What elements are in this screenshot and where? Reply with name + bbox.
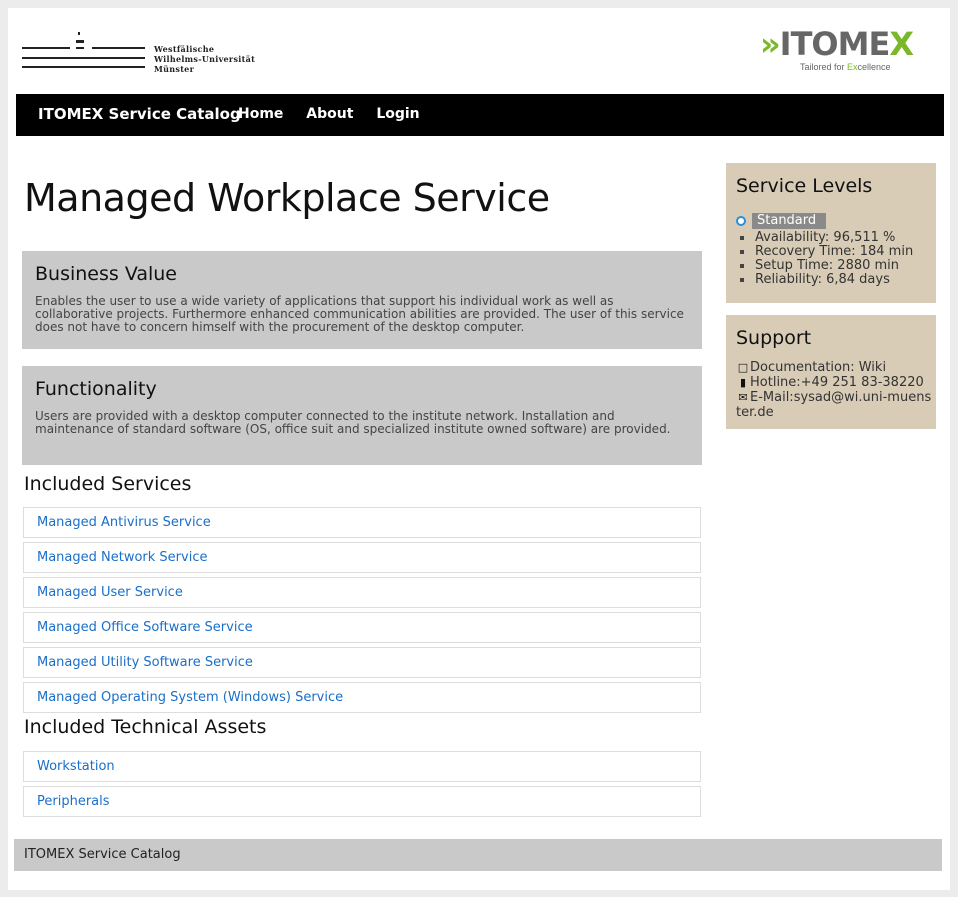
navbar-brand[interactable]: ITOMEX Service Catalog — [38, 105, 241, 123]
service-level-option[interactable]: Standard — [736, 210, 827, 229]
itomex-logo-word: »ITOMEX — [760, 25, 914, 63]
list-item: Managed Network Service — [23, 542, 701, 573]
itomex-tagline: Tailored for Excellence — [800, 62, 891, 72]
service-link-utility-software[interactable]: Managed Utility Software Service — [24, 648, 700, 677]
service-link-network[interactable]: Managed Network Service — [24, 543, 700, 572]
business-value-box: Business Value Enables the user to use a… — [22, 251, 702, 349]
service-levels-box: Service Levels Standard Availability: 96… — [726, 163, 936, 303]
functionality-heading: Functionality — [35, 378, 157, 400]
wwu-logo-text: Westfälische Wilhelms-Universität Münste… — [154, 44, 256, 74]
page-title: Managed Workplace Service — [24, 176, 550, 220]
included-services-heading: Included Services — [24, 473, 192, 495]
list-item: Workstation — [23, 751, 701, 782]
list-item: Managed Utility Software Service — [23, 647, 701, 678]
list-item: Managed User Service — [23, 577, 701, 608]
service-levels-heading: Service Levels — [736, 175, 873, 197]
functionality-text: Users are provided with a desktop comput… — [35, 409, 671, 436]
nav-about-link[interactable]: About — [306, 106, 353, 122]
business-value-heading: Business Value — [35, 263, 177, 285]
support-email[interactable]: E-Mail:sysad@wi.uni-muenster.de — [736, 390, 931, 420]
support-box: Support □ Documentation: Wiki ▮ Hotline:+4… — [726, 315, 936, 429]
included-assets-list: Workstation Peripherals — [23, 751, 701, 821]
wwu-logo-mark — [22, 32, 147, 80]
functionality-box: Functionality Users are provided with a … — [22, 366, 702, 465]
envelope-icon: ✉ — [738, 391, 748, 404]
included-assets-heading: Included Technical Assets — [24, 716, 267, 738]
service-link-office-software[interactable]: Managed Office Software Service — [24, 613, 700, 642]
asset-link-workstation[interactable]: Workstation — [24, 752, 700, 781]
wwu-logo: Westfälische Wilhelms-Universität Münste… — [22, 22, 262, 82]
service-level-reliability: Reliability: 6,84 days — [740, 273, 913, 287]
nav-login-link[interactable]: Login — [376, 106, 419, 122]
service-link-user[interactable]: Managed User Service — [24, 578, 700, 607]
list-item: Managed Operating System (Windows) Servi… — [23, 682, 701, 713]
included-services-list: Managed Antivirus Service Managed Networ… — [23, 507, 701, 717]
footer-text: ITOMEX Service Catalog — [24, 847, 181, 862]
business-value-text: Enables the user to use a wide variety o… — [35, 294, 684, 334]
service-levels-list: Availability: 96,511 % Recovery Time: 18… — [740, 231, 913, 287]
navbar-links: Home About Login — [238, 106, 438, 122]
nav-home-link[interactable]: Home — [238, 106, 283, 122]
support-hotline: Hotline:+49 251 83-38220 — [750, 375, 924, 390]
support-heading: Support — [736, 327, 812, 349]
itomex-logo: »ITOMEX Tailored for Excellence — [760, 26, 940, 81]
support-documentation[interactable]: Documentation: Wiki — [750, 360, 886, 375]
service-link-antivirus[interactable]: Managed Antivirus Service — [24, 508, 700, 537]
list-item: Managed Office Software Service — [23, 612, 701, 643]
phone-icon: ▮ — [739, 376, 747, 389]
service-link-operating-system[interactable]: Managed Operating System (Windows) Servi… — [24, 683, 700, 712]
footer: ITOMEX Service Catalog — [14, 839, 942, 871]
list-item: Peripherals — [23, 786, 701, 817]
service-level-selected[interactable]: Standard — [752, 212, 827, 229]
asset-link-peripherals[interactable]: Peripherals — [24, 787, 700, 816]
document-icon: □ — [737, 361, 749, 374]
radio-selected-icon[interactable] — [736, 215, 746, 226]
navbar: ITOMEX Service Catalog Home About Login — [16, 94, 944, 136]
service-level-recovery-time: Recovery Time: 184 min — [740, 245, 913, 259]
support-details: □ Documentation: Wiki ▮ Hotline:+49 251 83… — [736, 360, 932, 420]
service-level-availability: Availability: 96,511 % — [740, 231, 913, 245]
page: Westfälische Wilhelms-Universität Münste… — [8, 8, 950, 890]
list-item: Managed Antivirus Service — [23, 507, 701, 538]
service-level-setup-time: Setup Time: 2880 min — [740, 259, 913, 273]
